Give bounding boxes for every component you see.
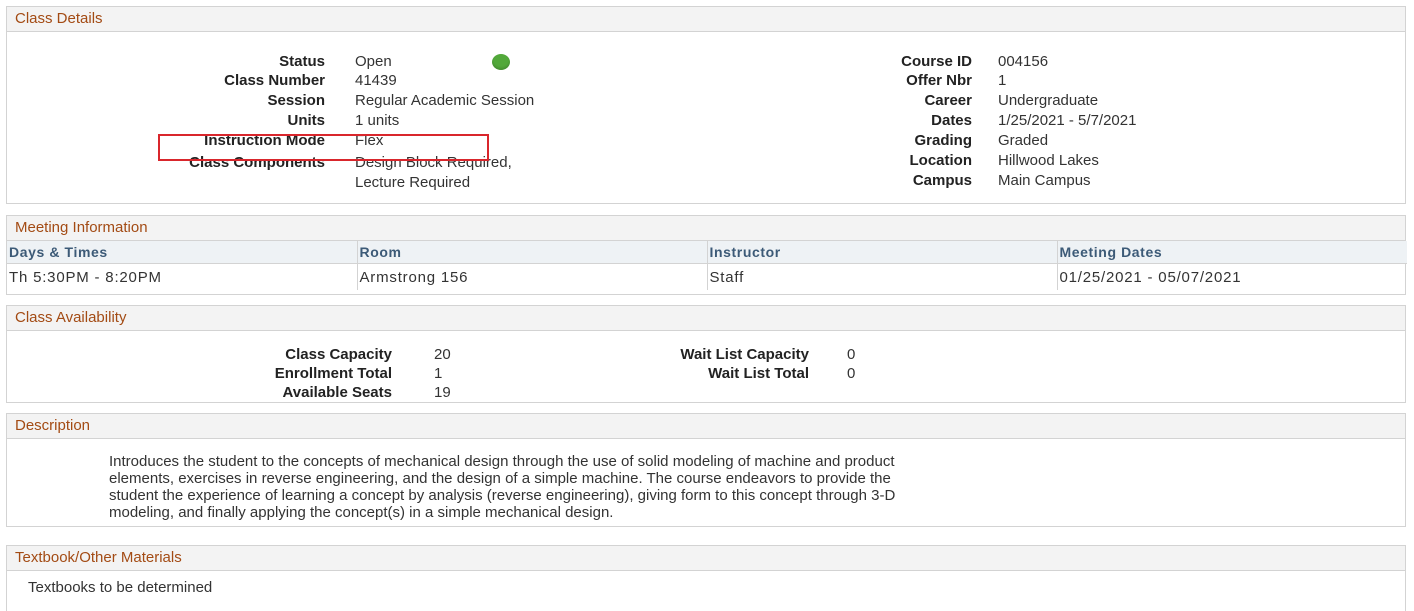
grading-row: Grading Graded <box>812 131 1048 151</box>
dates-label: Dates <box>931 112 972 129</box>
description-line: student the experience of learning a con… <box>109 487 896 504</box>
class-details-header: Class Details <box>7 7 1405 32</box>
status-value: Open <box>355 53 392 70</box>
meeting-information-header: Meeting Information <box>7 216 1405 241</box>
offer-nbr-label: Offer Nbr <box>906 72 972 89</box>
course-id-label: Course ID <box>901 53 972 70</box>
textbook-header: Textbook/Other Materials <box>7 546 1405 571</box>
description-line: Introduces the student to the concepts o… <box>109 453 895 470</box>
cell-days-times: Th 5:30PM - 8:20PM <box>7 263 358 290</box>
units-value: 1 units <box>355 112 400 129</box>
dates-value: 1/25/2021 - 5/7/2021 <box>998 112 1137 129</box>
course-description: Introduces the student to the concepts o… <box>109 453 1229 521</box>
location-row: Location Hillwood Lakes <box>812 151 1099 171</box>
cell-instructor: Staff <box>707 263 1058 290</box>
dates-row: Dates 1/25/2021 - 5/7/2021 <box>812 111 1136 131</box>
column-header-room: Room <box>357 241 708 264</box>
cell-room: Armstrong 156 <box>357 263 708 290</box>
column-header-instructor: Instructor <box>707 241 1058 264</box>
wait-list-capacity-value: 0 <box>847 346 856 363</box>
class-capacity-value: 20 <box>434 346 451 363</box>
description-line: modeling, and finally applying the conce… <box>109 504 614 521</box>
cell-meeting-dates: 01/25/2021 - 05/07/2021 <box>1059 268 1242 286</box>
class-number-label: Class Number <box>224 72 325 89</box>
offer-nbr-value: 1 <box>998 72 1007 89</box>
career-row: Career Undergraduate <box>812 91 1098 111</box>
meeting-information-section: Meeting Information Days & Times Room In… <box>6 215 1407 295</box>
table-row: Th 5:30PM - 8:20PM Armstrong 156 Staff 0… <box>7 263 1407 290</box>
wait-list-capacity-row: Wait List Capacity 0 <box>629 345 855 365</box>
status-row: Status Open <box>7 52 392 72</box>
units-label: Units <box>287 112 326 129</box>
class-availability-header: Class Availability <box>7 306 1405 331</box>
wait-list-total-label: Wait List Total <box>708 365 809 382</box>
available-seats-label: Available Seats <box>282 384 392 401</box>
available-seats-row: Available Seats 19 <box>7 383 451 403</box>
status-label: Status <box>279 53 325 70</box>
class-availability-section: Class Availability Class Capacity 20 Enro… <box>6 305 1406 403</box>
enrollment-total-value: 1 <box>434 365 443 382</box>
career-label: Career <box>924 92 972 109</box>
course-id-value: 004156 <box>998 53 1049 70</box>
session-row: Session Regular Academic Session <box>7 91 534 111</box>
description-header: Description <box>7 414 1405 439</box>
instruction-mode-highlight <box>158 134 489 161</box>
meeting-table: Days & Times Room Instructor Meeting Dat… <box>7 241 1407 290</box>
campus-label: Campus <box>912 172 972 189</box>
column-header-days-times: Days & Times <box>7 241 358 264</box>
class-capacity-row: Class Capacity 20 <box>7 345 451 365</box>
career-value: Undergraduate <box>998 92 1099 109</box>
wait-list-total-value: 0 <box>847 365 856 382</box>
campus-value: Main Campus <box>998 172 1091 189</box>
description-section: Description Introduces the student to th… <box>6 413 1406 527</box>
grading-value: Graded <box>998 132 1049 149</box>
class-capacity-label: Class Capacity <box>285 346 392 363</box>
enrollment-total-label: Enrollment Total <box>274 365 392 382</box>
session-value: Regular Academic Session <box>355 92 535 109</box>
grading-label: Grading <box>914 132 972 149</box>
wait-list-capacity-label: Wait List Capacity <box>680 346 809 363</box>
units-row: Units 1 units <box>7 111 400 131</box>
class-number-value: 41439 <box>355 72 397 89</box>
wait-list-total-row: Wait List Total 0 <box>629 364 855 384</box>
location-label: Location <box>909 152 973 169</box>
textbook-section: Textbook/Other Materials Textbooks to be… <box>6 545 1406 611</box>
class-components-line-2: Lecture Required <box>355 174 471 191</box>
description-line: elements, exercises in reverse engineeri… <box>109 470 891 487</box>
enrollment-total-row: Enrollment Total 1 <box>7 364 443 384</box>
column-header-meeting-dates: Meeting Dates <box>1057 241 1407 264</box>
session-label: Session <box>267 92 325 109</box>
textbook-text: Textbooks to be determined <box>28 579 213 596</box>
course-id-row: Course ID 004156 <box>812 52 1048 72</box>
campus-row: Campus Main Campus <box>812 171 1091 191</box>
location-value: Hillwood Lakes <box>998 152 1099 169</box>
meeting-table-header-row: Days & Times Room Instructor Meeting Dat… <box>7 241 1407 264</box>
offer-nbr-row: Offer Nbr 1 <box>812 71 1006 91</box>
class-number-row: Class Number 41439 <box>7 71 397 91</box>
available-seats-value: 19 <box>434 384 451 401</box>
status-open-icon <box>492 54 510 70</box>
class-details-section: Class Details Status Open Class Number 414… <box>6 6 1406 204</box>
